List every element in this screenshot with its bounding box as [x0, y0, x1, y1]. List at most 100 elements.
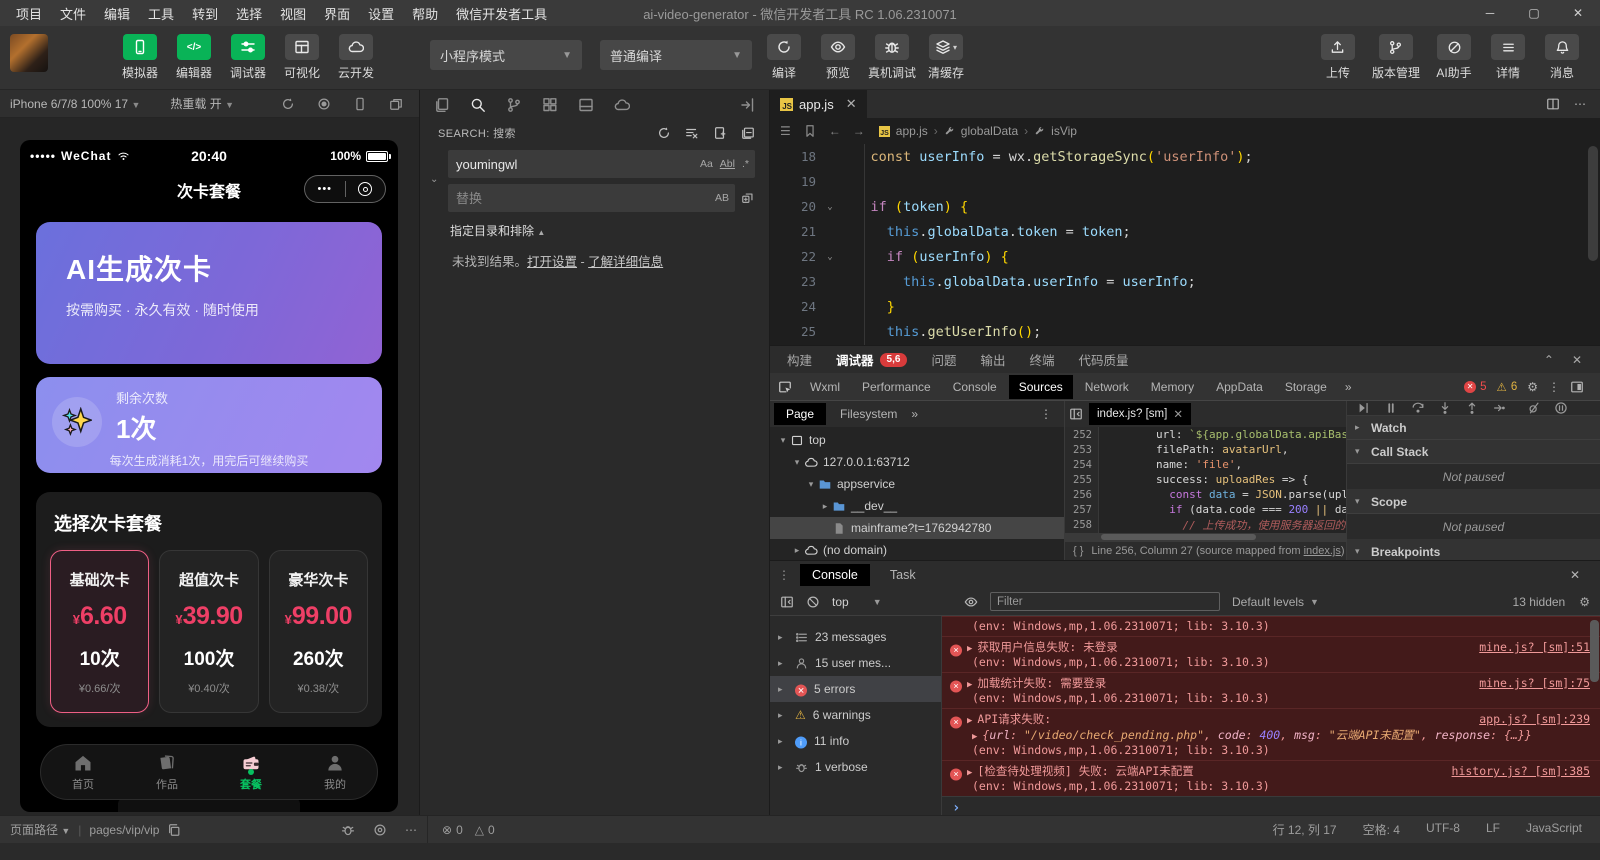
package-card-基础次卡[interactable]: 基础次卡¥6.6010次¥0.66/次: [50, 550, 149, 713]
refresh-search-icon[interactable]: [657, 126, 671, 140]
learn-more-link[interactable]: 了解详细信息: [588, 255, 663, 269]
tab-作品[interactable]: 作品: [125, 753, 209, 792]
eol[interactable]: LF: [1486, 821, 1500, 838]
devtools-tab-Network[interactable]: Network: [1075, 375, 1139, 399]
avatar[interactable]: [10, 34, 48, 72]
expander-icon[interactable]: ▸: [818, 501, 832, 512]
menu-选择[interactable]: 选择: [228, 1, 270, 26]
menu-设置[interactable]: 设置: [360, 1, 402, 26]
forward-icon[interactable]: →: [853, 124, 865, 138]
more-icon[interactable]: •••: [305, 183, 345, 195]
toolbar-button-visual[interactable]: 可视化: [280, 34, 324, 81]
expander-icon[interactable]: ▸: [790, 545, 804, 556]
replace-all-icon[interactable]: [741, 191, 755, 205]
tab-我的[interactable]: 我的: [293, 753, 377, 792]
console-message[interactable]: ✕▶加载统计失败: 需要登录mine.js? [sm]:75(env: Wind…: [942, 672, 1600, 708]
show-navigator-icon[interactable]: [1357, 401, 1371, 415]
tree-item[interactable]: ▾appservice: [770, 473, 1064, 495]
close-tab-icon[interactable]: ✕: [1173, 407, 1183, 421]
toolbar-button-messages[interactable]: 消息: [1542, 34, 1582, 81]
source-link[interactable]: history.js? [sm]:385: [1452, 764, 1590, 778]
menu-文件[interactable]: 文件: [52, 1, 94, 26]
dock-icon[interactable]: [1570, 380, 1584, 394]
panel-layout-icon[interactable]: [578, 97, 594, 113]
cursor-position[interactable]: 行 12, 列 17: [1273, 821, 1337, 838]
package-card-豪华次卡[interactable]: 豪华次卡¥99.00260次¥0.38/次: [269, 550, 368, 713]
braces-icon[interactable]: { }: [1073, 545, 1083, 557]
console-kebab-icon[interactable]: ⋮: [778, 568, 790, 582]
page-path-select[interactable]: 页面路径 ▼: [10, 821, 70, 838]
panel-tab-终端[interactable]: 终端: [1018, 346, 1065, 373]
close-console-icon[interactable]: ✕: [1570, 568, 1592, 582]
console-filter-15 user mes...[interactable]: ▸15 user mes...: [770, 650, 941, 676]
console-filter-23 messages[interactable]: ▸23 messages: [770, 624, 941, 650]
devtools-tab-Memory[interactable]: Memory: [1141, 375, 1204, 399]
mode-select[interactable]: 小程序模式▼: [430, 40, 582, 70]
levels-select[interactable]: Default levels▼: [1232, 595, 1319, 609]
console-message[interactable]: ✕▶API请求失败:app.js? [sm]:239▶{url: "/video…: [942, 708, 1600, 760]
debug-section-header[interactable]: ▾Scope: [1347, 490, 1600, 514]
navigator-tab-Filesystem[interactable]: Filesystem: [828, 403, 909, 425]
outline-icon[interactable]: ☰: [780, 124, 791, 138]
debug-section-header[interactable]: ▾Call Stack: [1347, 440, 1600, 464]
toolbar-button-editor[interactable]: </>编辑器: [172, 34, 216, 81]
console-filter-input[interactable]: [990, 592, 1220, 611]
menu-微信开发者工具[interactable]: 微信开发者工具: [448, 1, 555, 26]
detach-window-icon[interactable]: [389, 97, 403, 111]
panel-tab-调试器[interactable]: 调试器5,6: [825, 346, 918, 373]
expander-icon[interactable]: ▾: [790, 457, 804, 468]
source-link[interactable]: mine.js? [sm]:75: [1479, 676, 1590, 690]
cloud-icon[interactable]: [614, 97, 630, 113]
expander-icon[interactable]: ▾: [1355, 446, 1365, 457]
tree-item[interactable]: mainframe?t=1762942780: [770, 517, 1064, 539]
encoding[interactable]: UTF-8: [1426, 821, 1460, 838]
expander-icon[interactable]: ▶: [967, 644, 972, 654]
whole-word-icon[interactable]: Abl: [720, 158, 735, 170]
pause-icon[interactable]: [1384, 401, 1398, 415]
devtools-warning-count[interactable]: ⚠6: [1497, 380, 1518, 394]
console-filter-1 verbose[interactable]: ▸1 verbose: [770, 754, 941, 780]
tree-item[interactable]: ▸(no domain): [770, 539, 1064, 560]
package-card-超值次卡[interactable]: 超值次卡¥39.90100次¥0.40/次: [159, 550, 258, 713]
refresh-icon[interactable]: [281, 97, 295, 111]
sources-code[interactable]: 252 url: `${app.globalData.apiBase}/uplo…: [1065, 427, 1346, 533]
problem-counts[interactable]: ⊗0 △0: [428, 823, 509, 837]
step-out-icon[interactable]: [1465, 401, 1479, 415]
device-frame-icon[interactable]: [353, 97, 367, 111]
language-mode[interactable]: JavaScript: [1526, 821, 1582, 838]
close-button[interactable]: ✕: [1556, 0, 1600, 26]
expander-icon[interactable]: ▶: [967, 716, 972, 726]
preserve-case-icon[interactable]: AB: [715, 192, 729, 204]
search-icon[interactable]: [470, 97, 486, 113]
expander-icon[interactable]: ▶: [967, 680, 972, 690]
toolbar-button-debugger[interactable]: 调试器: [226, 34, 270, 81]
menu-视图[interactable]: 视图: [272, 1, 314, 26]
debug-status-icon[interactable]: [341, 823, 355, 837]
expander-icon[interactable]: ▶: [967, 768, 972, 778]
toolbar-button-preview[interactable]: 预览: [816, 34, 860, 81]
show-console-sidebar-icon[interactable]: [780, 595, 794, 609]
console-message[interactable]: ✕▶获取用户信息失败: 未登录mine.js? [sm]:51(env: Win…: [942, 636, 1600, 672]
expander-icon[interactable]: ▶: [972, 732, 977, 742]
bookmark-icon[interactable]: [803, 124, 817, 138]
toolbar-button-cloud-dev[interactable]: 云开发: [334, 34, 378, 81]
expander-icon[interactable]: ▾: [776, 435, 790, 446]
collapse-sidebar-icon[interactable]: [739, 97, 755, 113]
toolbar-button-upload[interactable]: 上传: [1318, 34, 1358, 81]
back-icon[interactable]: ←: [829, 124, 841, 138]
fold-icon[interactable]: ⌄: [822, 252, 838, 262]
devtools-kebab-icon[interactable]: ⋮: [1548, 380, 1560, 394]
open-in-editor-icon[interactable]: [713, 126, 727, 140]
source-control-icon[interactable]: [506, 97, 522, 113]
expander-icon[interactable]: ▸: [778, 632, 788, 643]
fold-icon[interactable]: ⌄: [822, 202, 838, 212]
menu-帮助[interactable]: 帮助: [404, 1, 446, 26]
menu-转到[interactable]: 转到: [184, 1, 226, 26]
console-prompt[interactable]: ›: [942, 796, 1600, 815]
search-input[interactable]: [456, 157, 693, 172]
console-filter-6 warnings[interactable]: ▸⚠6 warnings: [770, 702, 941, 728]
maximize-button[interactable]: ▢: [1512, 0, 1556, 26]
console-tab-Console[interactable]: Console: [800, 564, 870, 586]
expander-icon[interactable]: ▸: [778, 684, 788, 695]
toolbar-button-device-debug[interactable]: 真机调试: [870, 34, 914, 81]
